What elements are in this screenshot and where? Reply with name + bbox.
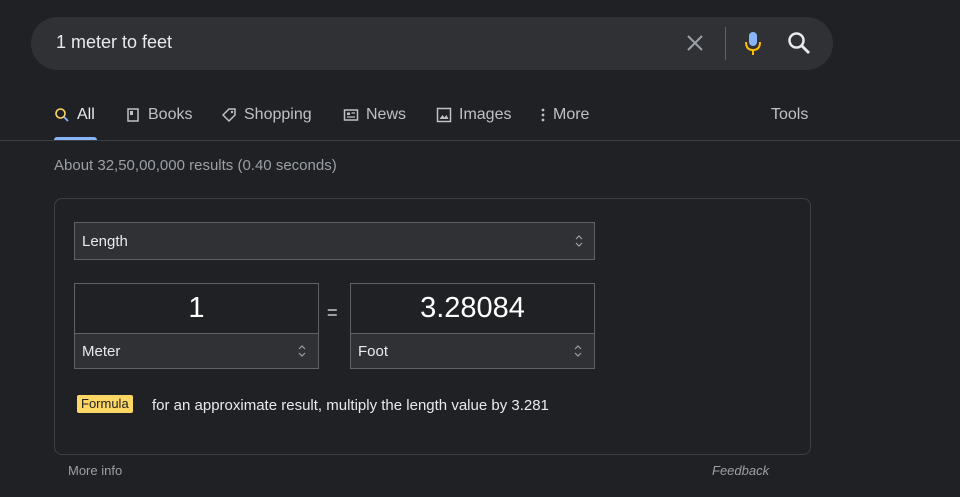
tab-label: Shopping bbox=[244, 106, 312, 123]
book-icon bbox=[127, 108, 139, 122]
tab-label: More bbox=[553, 106, 590, 123]
updown-arrows-icon bbox=[298, 345, 306, 357]
search-icon bbox=[55, 108, 69, 122]
result-stats: About 32,50,00,000 results (0.40 seconds… bbox=[54, 157, 337, 174]
search-bar-divider bbox=[725, 27, 726, 60]
category-label: Length bbox=[82, 233, 128, 250]
from-value-input[interactable]: 1 bbox=[75, 284, 318, 334]
formula-text: for an approximate result, multiply the … bbox=[152, 397, 549, 414]
from-unit-select[interactable]: Meter bbox=[74, 333, 319, 369]
image-icon bbox=[436, 107, 452, 123]
tab-all[interactable]: All bbox=[54, 104, 95, 126]
tabs-divider bbox=[0, 140, 960, 141]
tab-tools[interactable]: Tools bbox=[771, 104, 808, 126]
formula-badge: Formula bbox=[77, 395, 133, 413]
feedback-link[interactable]: Feedback bbox=[712, 463, 769, 478]
tag-icon bbox=[221, 108, 236, 123]
to-unit-select[interactable]: Foot bbox=[350, 333, 595, 369]
microphone-icon[interactable] bbox=[741, 29, 765, 57]
to-unit-label: Foot bbox=[358, 343, 389, 360]
from-unit-label: Meter bbox=[82, 343, 121, 360]
equals-sign: = bbox=[327, 303, 338, 323]
search-icon[interactable] bbox=[786, 30, 812, 56]
more-info-link[interactable]: More info bbox=[68, 463, 122, 478]
search-tabs: All Books Shopping News Images More Tool… bbox=[0, 96, 960, 140]
tab-label: Images bbox=[459, 106, 512, 123]
tab-label: All bbox=[77, 106, 95, 123]
close-icon[interactable] bbox=[683, 31, 707, 55]
tab-shopping[interactable]: Shopping bbox=[221, 104, 312, 126]
tab-books[interactable]: Books bbox=[125, 104, 192, 126]
search-input[interactable]: 1 meter to feet bbox=[56, 32, 172, 53]
news-icon bbox=[343, 109, 359, 121]
unit-converter-card: Length 1 Meter = 3.28084 Foot Formula fo… bbox=[54, 198, 811, 455]
updown-arrows-icon bbox=[575, 235, 583, 247]
tools-label: Tools bbox=[771, 106, 809, 123]
search-bar[interactable]: 1 meter to feet bbox=[31, 17, 833, 70]
tab-images[interactable]: Images bbox=[436, 104, 511, 126]
tab-label: News bbox=[366, 106, 407, 123]
tab-news[interactable]: News bbox=[343, 104, 406, 126]
to-value-input[interactable]: 3.28084 bbox=[351, 284, 594, 334]
category-select[interactable]: Length bbox=[74, 222, 595, 260]
more-vertical-icon bbox=[541, 108, 545, 122]
tab-label: Books bbox=[148, 106, 193, 123]
tab-more[interactable]: More bbox=[540, 104, 589, 126]
updown-arrows-icon bbox=[574, 345, 582, 357]
from-box: 1 Meter bbox=[74, 283, 319, 369]
to-box: 3.28084 Foot bbox=[350, 283, 595, 369]
